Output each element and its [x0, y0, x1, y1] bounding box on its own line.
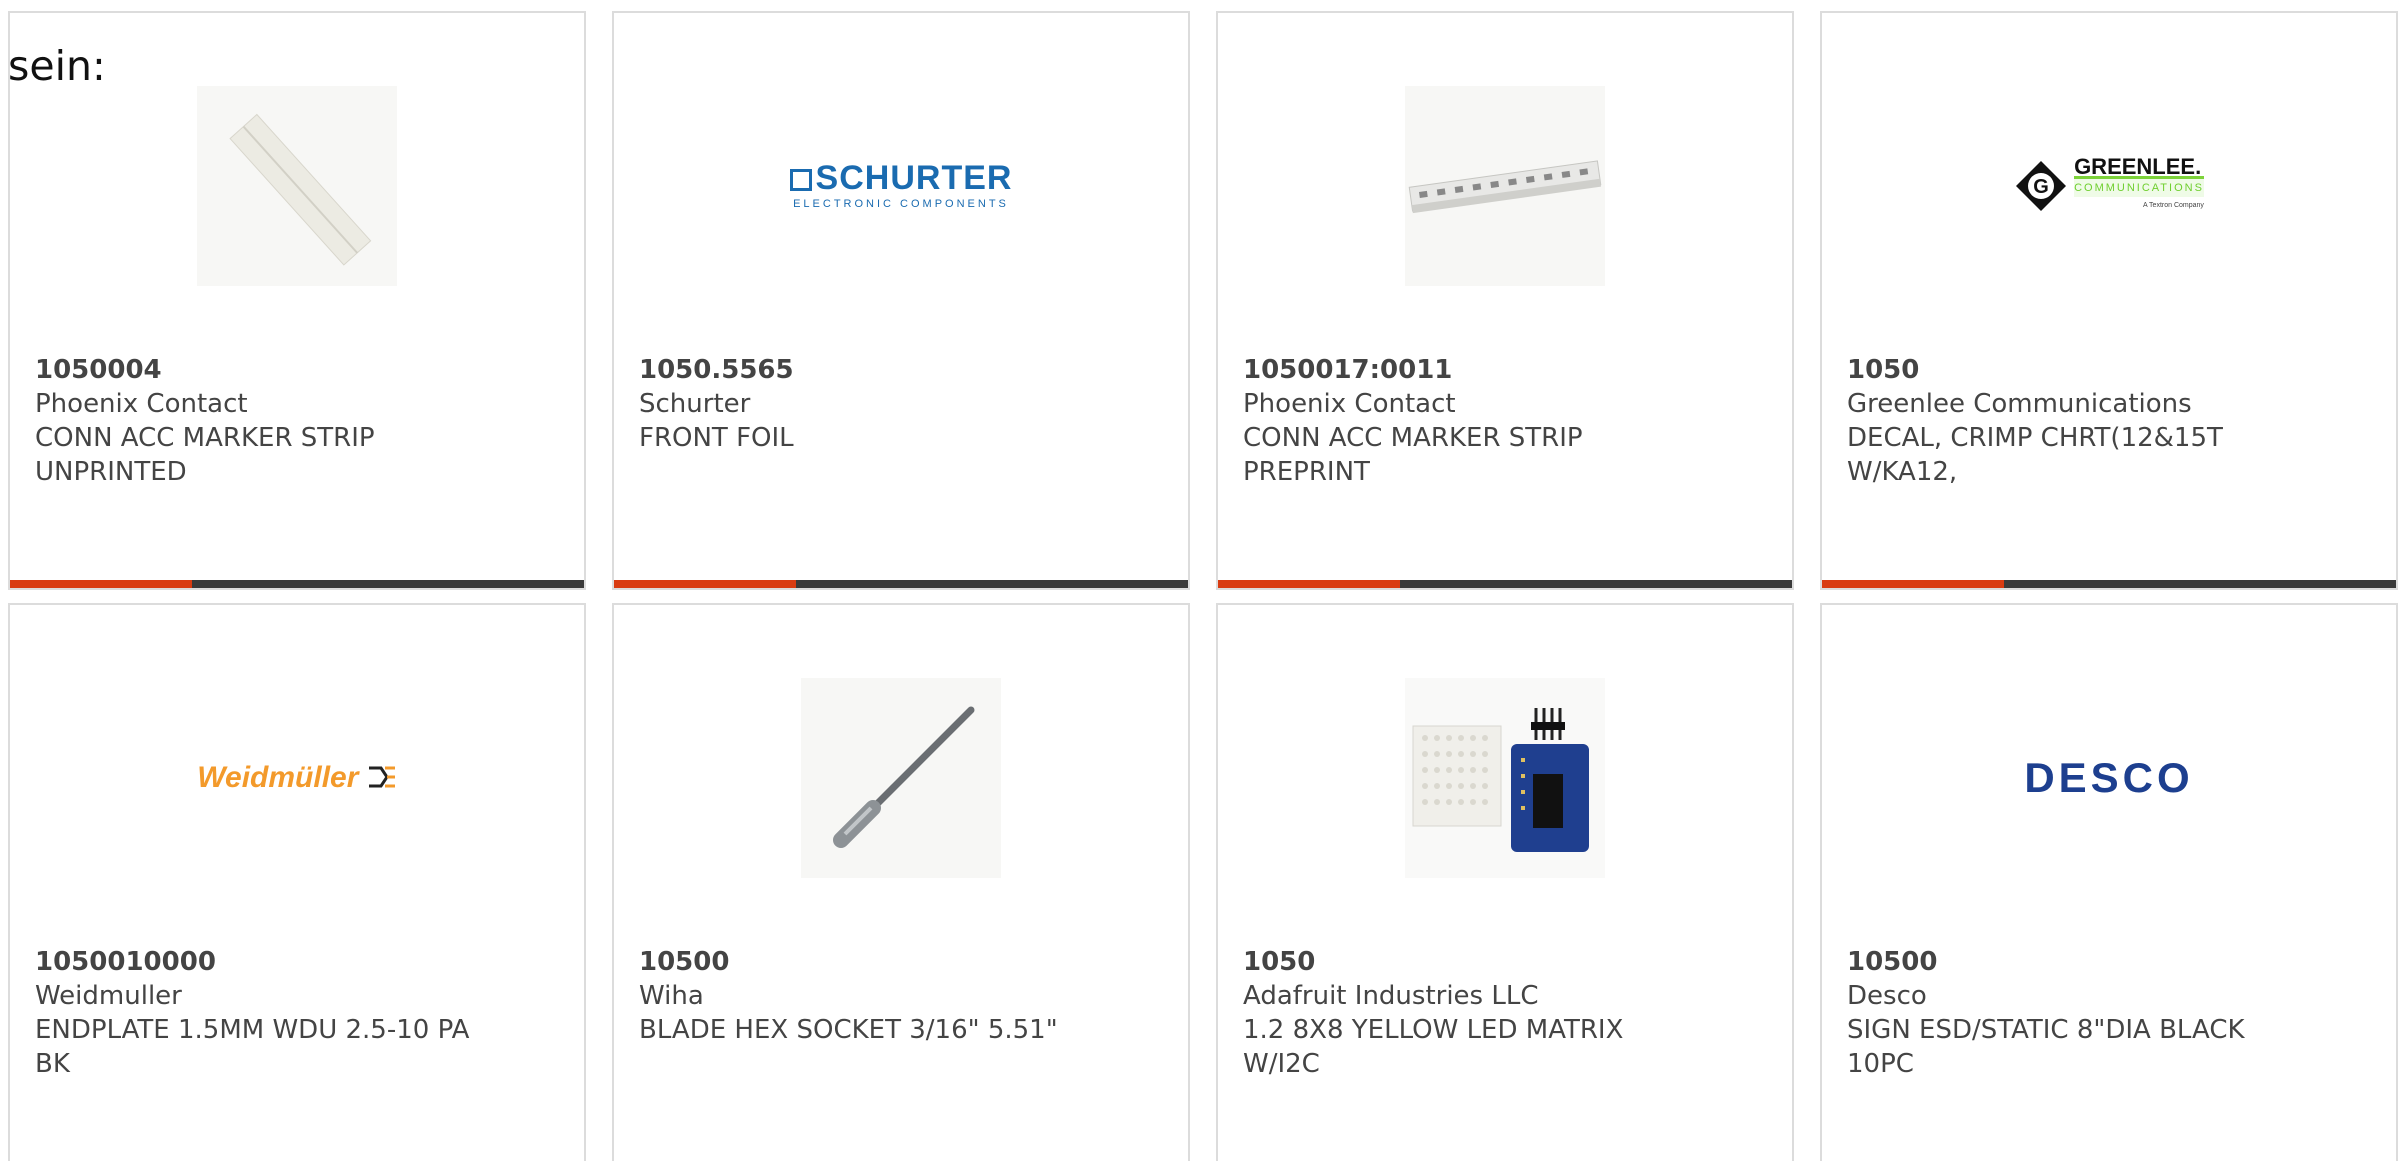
product-image[interactable]: SCHURTER ELECTRONIC COMPONENTS: [614, 81, 1188, 291]
part-number[interactable]: 1050.5565: [639, 353, 1098, 387]
description: FRONT FOIL: [639, 423, 794, 453]
part-number[interactable]: 1050: [1847, 353, 2306, 387]
part-number[interactable]: 1050: [1243, 945, 1702, 979]
description: SIGN ESD/STATIC 8"DIA BLACK 10PC: [1847, 1015, 2245, 1079]
schurter-logo-icon: [789, 169, 812, 191]
product-card[interactable]: 10500 Wiha BLADE HEX SOCKET 3/16" 5.51": [612, 603, 1190, 1161]
product-card[interactable]: G GREENLEE. COMMUNICATIONS A Textron Com…: [1820, 11, 2398, 590]
greenlee-logo-words: GREENLEE. COMMUNICATIONS A Textron Compa…: [2074, 153, 2204, 215]
greenlee-logo-text: GREENLEE.: [2074, 153, 2202, 179]
product-info: 1050 Greenlee Communications DECAL, CRIM…: [1847, 353, 2306, 489]
schurter-logo: SCHURTER ELECTRONIC COMPONENTS: [789, 159, 1013, 212]
description: BLADE HEX SOCKET 3/16" 5.51": [639, 1015, 1058, 1045]
manufacturer: Schurter: [639, 389, 751, 419]
product-image[interactable]: G GREENLEE. COMMUNICATIONS A Textron Com…: [1822, 81, 2396, 291]
product-card[interactable]: Weidmüller 1050010000 Weidmuller ENDPLAT…: [8, 603, 586, 1161]
card-bar: [10, 580, 584, 588]
manufacturer: Greenlee Communications: [1847, 389, 2192, 419]
manufacturer: Phoenix Contact: [1243, 389, 1456, 419]
intro-text: sein:: [8, 42, 106, 90]
schurter-logo-text: SCHURTER: [815, 159, 1013, 197]
card-bar-accent: [10, 580, 192, 588]
weidmuller-logo-text: Weidmüller: [197, 761, 359, 794]
part-number[interactable]: 10500: [639, 945, 1098, 979]
marker-strip-image: [197, 86, 397, 286]
weidmuller-logo-icon: [368, 766, 395, 788]
product-info: 1050017:0011 Phoenix Contact CONN ACC MA…: [1243, 353, 1702, 489]
part-number[interactable]: 1050017:0011: [1243, 353, 1702, 387]
product-image[interactable]: [1218, 81, 1792, 291]
product-grid: 1050004 Phoenix Contact CONN ACC MARKER …: [8, 11, 2398, 1161]
product-card[interactable]: 1050017:0011 Phoenix Contact CONN ACC MA…: [1216, 11, 1794, 590]
part-number[interactable]: 1050010000: [35, 945, 494, 979]
greenlee-logo-subtext: COMMUNICATIONS: [2074, 175, 2204, 197]
desco-logo: DESCO: [2024, 754, 2194, 801]
svg-text:G: G: [2033, 176, 2049, 198]
page: sein: 1050004 Phoenix Contact CONN ACC M…: [0, 0, 2400, 1161]
description: CONN ACC MARKER STRIP PREPRINT: [1243, 423, 1583, 487]
product-card[interactable]: DESCO 10500 Desco SIGN ESD/STATIC 8"DIA …: [1820, 603, 2398, 1161]
hex-blade-image: [801, 678, 1001, 878]
greenlee-logo: G GREENLEE. COMMUNICATIONS A Textron Com…: [2014, 153, 2204, 215]
card-bar: [1822, 580, 2396, 588]
product-info: 10500 Wiha BLADE HEX SOCKET 3/16" 5.51": [639, 945, 1098, 1047]
product-info: 1050004 Phoenix Contact CONN ACC MARKER …: [35, 353, 494, 489]
card-bar: [614, 580, 1188, 588]
manufacturer: Wiha: [639, 981, 704, 1011]
schurter-logo-subtext: ELECTRONIC COMPONENTS: [793, 198, 1009, 210]
product-card[interactable]: 1050004 Phoenix Contact CONN ACC MARKER …: [8, 11, 586, 590]
card-bar: [1218, 580, 1792, 588]
product-info: 1050 Adafruit Industries LLC 1.2 8X8 YEL…: [1243, 945, 1702, 1081]
manufacturer: Desco: [1847, 981, 1927, 1011]
product-image[interactable]: [614, 673, 1188, 883]
product-image[interactable]: [10, 81, 584, 291]
description: ENDPLATE 1.5MM WDU 2.5-10 PA BK: [35, 1015, 470, 1079]
product-image[interactable]: Weidmüller: [10, 673, 584, 883]
card-bar-accent: [614, 580, 796, 588]
part-number[interactable]: 10500: [1847, 945, 2306, 979]
greenlee-logo-icon: G: [2016, 161, 2067, 211]
preprinted-marker-strip-image: [1405, 86, 1605, 286]
product-info: 1050010000 Weidmuller ENDPLATE 1.5MM WDU…: [35, 945, 494, 1081]
manufacturer: Adafruit Industries LLC: [1243, 981, 1539, 1011]
description: 1.2 8X8 YELLOW LED MATRIX W/I2C: [1243, 1015, 1624, 1079]
card-bar-accent: [1822, 580, 2004, 588]
manufacturer: Weidmuller: [35, 981, 182, 1011]
manufacturer: Phoenix Contact: [35, 389, 248, 419]
description: CONN ACC MARKER STRIP UNPRINTED: [35, 423, 375, 487]
product-image[interactable]: DESCO: [1822, 673, 2396, 883]
product-info: 1050.5565 Schurter FRONT FOIL: [639, 353, 1098, 455]
description: DECAL, CRIMP CHRT(12&15T W/KA12,: [1847, 423, 2223, 487]
card-bar-accent: [1218, 580, 1400, 588]
product-card[interactable]: 1050 Adafruit Industries LLC 1.2 8X8 YEL…: [1216, 603, 1794, 1161]
product-info: 10500 Desco SIGN ESD/STATIC 8"DIA BLACK …: [1847, 945, 2306, 1081]
product-card[interactable]: SCHURTER ELECTRONIC COMPONENTS 1050.5565…: [612, 11, 1190, 590]
part-number[interactable]: 1050004: [35, 353, 494, 387]
greenlee-logo-tagline: A Textron Company: [2142, 201, 2204, 209]
led-matrix-image: [1405, 678, 1605, 878]
product-image[interactable]: [1218, 673, 1792, 883]
weidmuller-logo: Weidmüller: [197, 761, 397, 795]
